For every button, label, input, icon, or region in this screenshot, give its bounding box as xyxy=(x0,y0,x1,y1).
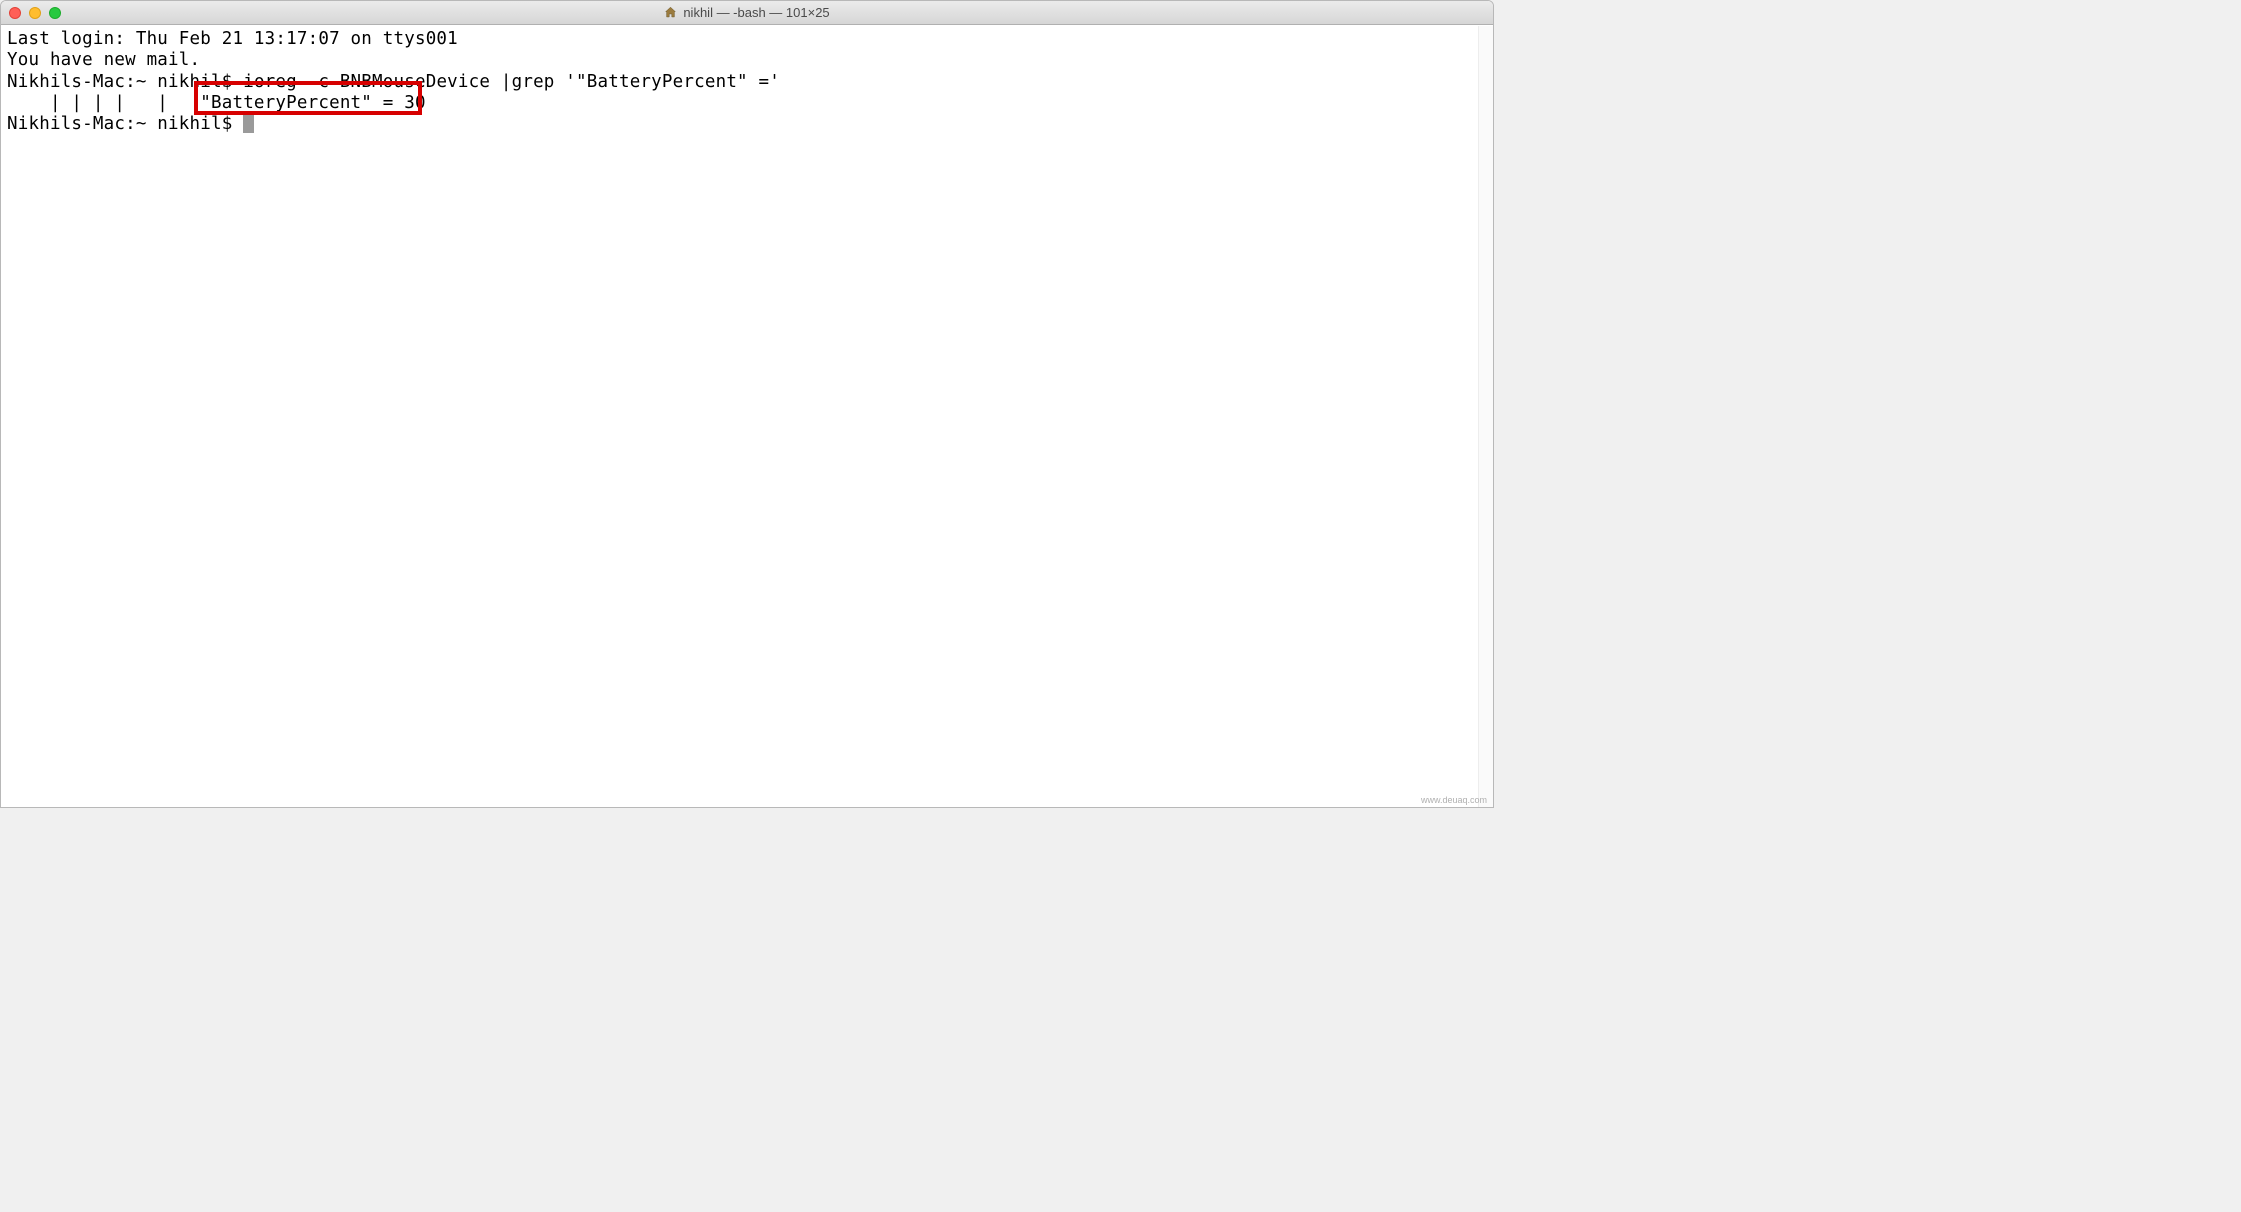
traffic-lights xyxy=(9,7,61,19)
minimize-button[interactable] xyxy=(29,7,41,19)
home-icon xyxy=(664,6,677,19)
command-text: ioreg -c BNBMouseDevice |grep '"BatteryP… xyxy=(243,72,780,92)
terminal-line-output: | | | | | "BatteryPercent" = 30 xyxy=(7,93,1487,114)
cursor xyxy=(243,114,254,133)
watermark: www.deuaq.com xyxy=(1421,795,1487,805)
prompt: Nikhils-Mac:~ nikhil$ xyxy=(7,114,243,134)
window-title-wrap: nikhil — -bash — 101×25 xyxy=(664,5,829,20)
terminal-line-cmd1: Nikhils-Mac:~ nikhil$ ioreg -c BNBMouseD… xyxy=(7,72,1487,93)
output-highlight-text: "BatteryPercent" = 30 xyxy=(200,93,425,113)
titlebar[interactable]: nikhil — -bash — 101×25 xyxy=(1,1,1493,25)
battery-percent-output: "BatteryPercent" = 30 xyxy=(200,93,425,114)
close-button[interactable] xyxy=(9,7,21,19)
window-title: nikhil — -bash — 101×25 xyxy=(683,5,829,20)
output-tree-prefix: | | | | | xyxy=(7,93,200,113)
terminal-window: nikhil — -bash — 101×25 Last login: Thu … xyxy=(0,0,1494,808)
terminal-line-prompt2: Nikhils-Mac:~ nikhil$ xyxy=(7,114,1487,135)
prompt: Nikhils-Mac:~ nikhil$ xyxy=(7,72,243,92)
terminal-body[interactable]: Last login: Thu Feb 21 13:17:07 on ttys0… xyxy=(1,25,1493,807)
terminal-line-last-login: Last login: Thu Feb 21 13:17:07 on ttys0… xyxy=(7,29,1487,50)
maximize-button[interactable] xyxy=(49,7,61,19)
terminal-line-mail: You have new mail. xyxy=(7,50,1487,71)
scrollbar[interactable] xyxy=(1478,26,1493,807)
